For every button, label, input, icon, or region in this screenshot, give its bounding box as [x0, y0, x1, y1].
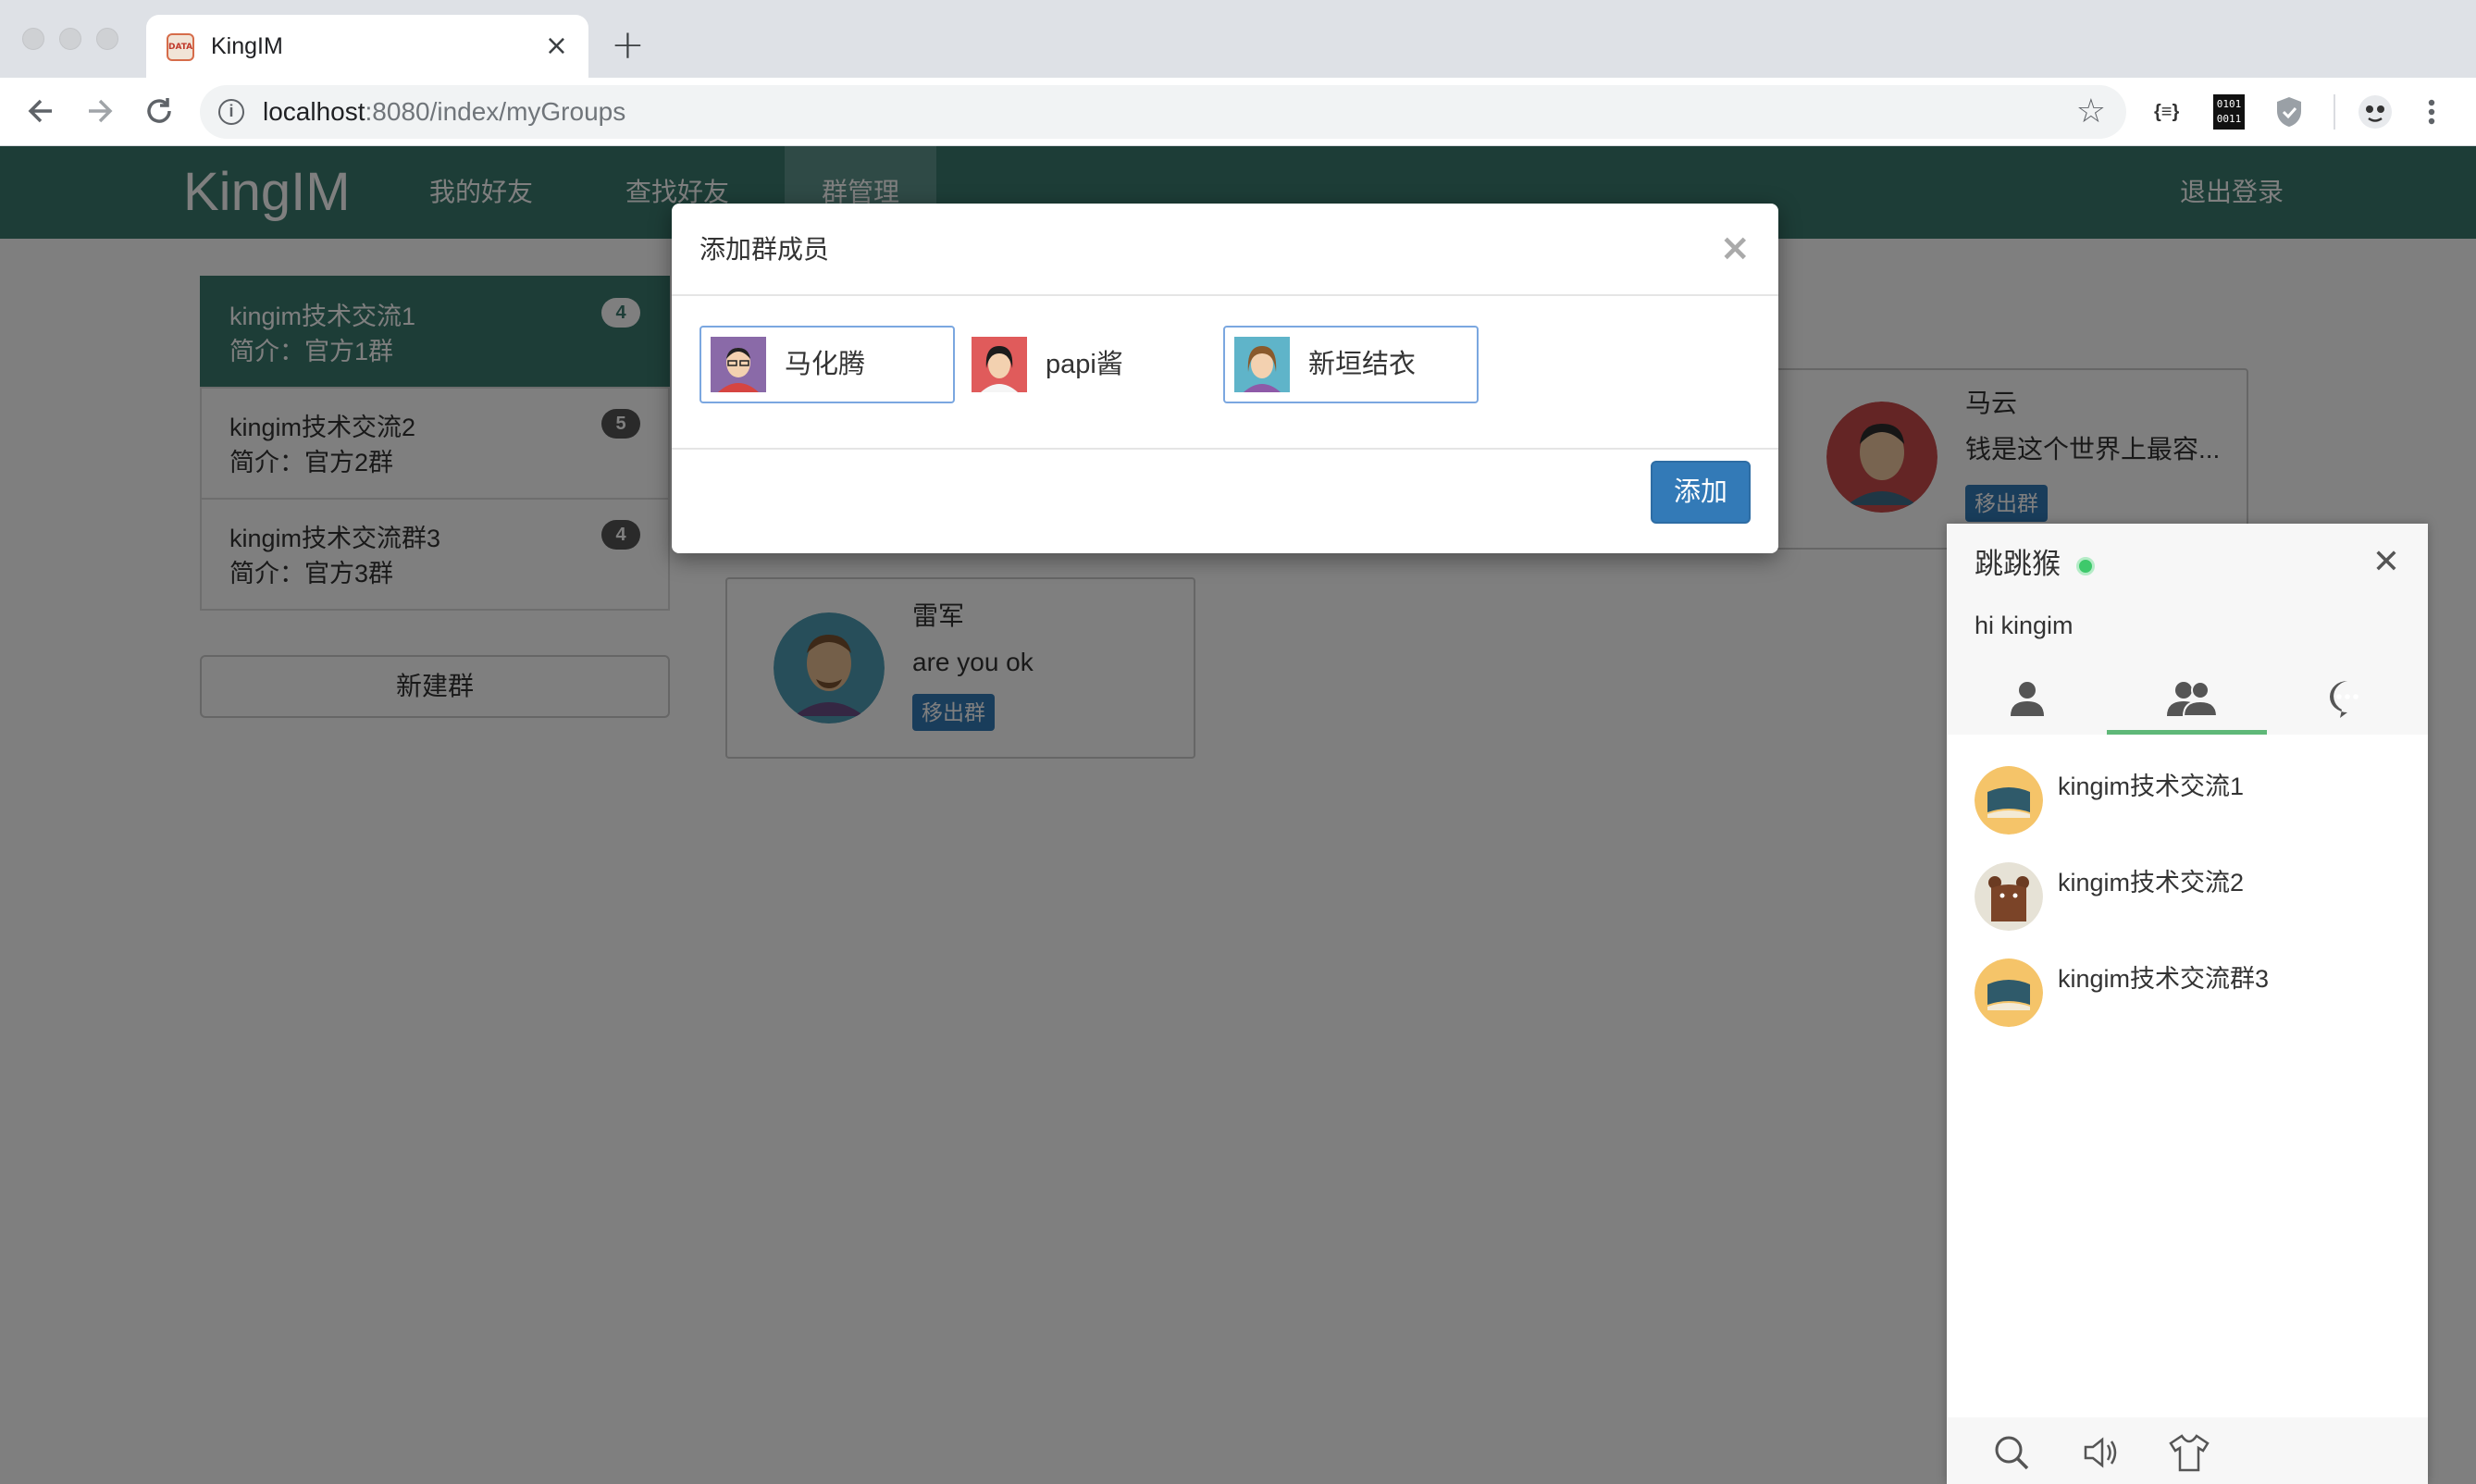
window-zoom-dot[interactable] — [96, 28, 118, 50]
window-close-dot[interactable] — [22, 28, 44, 50]
tab-favicon-icon: DATA — [167, 33, 194, 61]
chat-panel-close-icon[interactable]: ✕ — [2372, 544, 2400, 581]
chat-username: 跳跳猴 — [1975, 548, 2061, 580]
chat-group-item[interactable]: kingim技术交流1 — [1975, 766, 2409, 836]
new-tab-button[interactable]: + — [611, 22, 645, 68]
candidate-item[interactable]: 新垣结衣 — [1223, 326, 1479, 403]
tab-title: KingIM — [211, 33, 283, 59]
candidate-name: 新垣结衣 — [1308, 350, 1417, 379]
group-users-icon — [2167, 681, 2218, 717]
address-bar[interactable]: i localhost:8080/index/myGroups ☆ — [200, 85, 2126, 139]
candidate-item[interactable]: 马化腾 — [699, 326, 955, 403]
back-arrow-icon[interactable] — [20, 91, 61, 131]
forward-arrow-icon[interactable] — [80, 91, 120, 131]
tab-messages[interactable] — [2267, 672, 2427, 735]
chat-group-avatar — [1975, 862, 2043, 931]
candidate-avatar — [711, 337, 766, 392]
bookmark-star-icon[interactable]: ☆ — [2076, 93, 2106, 131]
modal-header: 添加群成员 × — [672, 204, 1778, 296]
shield-extension-icon[interactable] — [2272, 94, 2306, 130]
tab-close-icon[interactable]: × — [545, 28, 568, 65]
sound-icon[interactable] — [2080, 1432, 2121, 1473]
single-user-icon — [2011, 682, 2044, 716]
chat-group-avatar — [1975, 958, 2043, 1027]
add-member-confirm-button[interactable]: 添加 — [1651, 461, 1751, 524]
candidate-name: 马化腾 — [785, 350, 866, 379]
search-icon[interactable] — [1991, 1432, 2032, 1473]
chat-panel-header: 跳跳猴 ✕ hi kingim — [1947, 524, 2428, 735]
skin-shirt-icon[interactable] — [2167, 1432, 2211, 1473]
browser-menu-icon[interactable] — [2422, 94, 2441, 130]
modal-body: 马化腾 papi酱 新垣结衣 — [672, 296, 1778, 450]
browser-tab[interactable]: DATA KingIM × — [146, 15, 588, 78]
add-member-modal: 添加群成员 × 马化腾 papi酱 新垣结衣 添加 — [672, 204, 1778, 553]
address-url[interactable]: localhost:8080/index/myGroups — [263, 97, 625, 127]
modal-close-icon[interactable]: × — [1719, 228, 1751, 268]
chat-bubble-icon — [2330, 681, 2358, 718]
chat-group-name: kingim技术交流2 — [2058, 869, 2245, 897]
window-minimize-dot[interactable] — [59, 28, 81, 50]
chat-group-name: kingim技术交流1 — [2058, 773, 2245, 800]
chat-user-signature[interactable]: hi kingim — [1975, 609, 2074, 642]
online-status-icon[interactable] — [2076, 557, 2095, 575]
binary-extension-icon[interactable]: 0101 0011 — [2213, 94, 2245, 130]
im-chat-panel: 跳跳猴 ✕ hi kingim kingim技术交流1 kingim技术交流2 … — [1947, 524, 2428, 1484]
tab-groups[interactable] — [2107, 672, 2267, 735]
tab-friends[interactable] — [1947, 672, 2107, 735]
site-info-icon[interactable]: i — [218, 99, 244, 125]
candidate-name: papi酱 — [1046, 350, 1123, 379]
profile-avatar-icon[interactable] — [2358, 94, 2393, 130]
reload-icon[interactable] — [139, 91, 180, 131]
toolbar-divider — [2334, 94, 2335, 130]
browser-toolbar: i localhost:8080/index/myGroups ☆ {≡} 01… — [0, 78, 2476, 146]
candidate-avatar — [1234, 337, 1290, 392]
chat-group-name: kingim技术交流群3 — [2058, 965, 2270, 993]
candidate-avatar — [972, 337, 1027, 392]
chat-group-avatar — [1975, 766, 2043, 835]
chat-group-item[interactable]: kingim技术交流2 — [1975, 862, 2409, 933]
modal-title: 添加群成员 — [699, 235, 830, 264]
candidate-item[interactable]: papi酱 — [960, 326, 1216, 403]
chat-group-item[interactable]: kingim技术交流群3 — [1975, 958, 2409, 1029]
browser-tabstrip: DATA KingIM × + — [0, 0, 2476, 78]
json-extension-icon[interactable]: {≡} — [2154, 94, 2179, 130]
chat-panel-footer — [1947, 1417, 2428, 1484]
